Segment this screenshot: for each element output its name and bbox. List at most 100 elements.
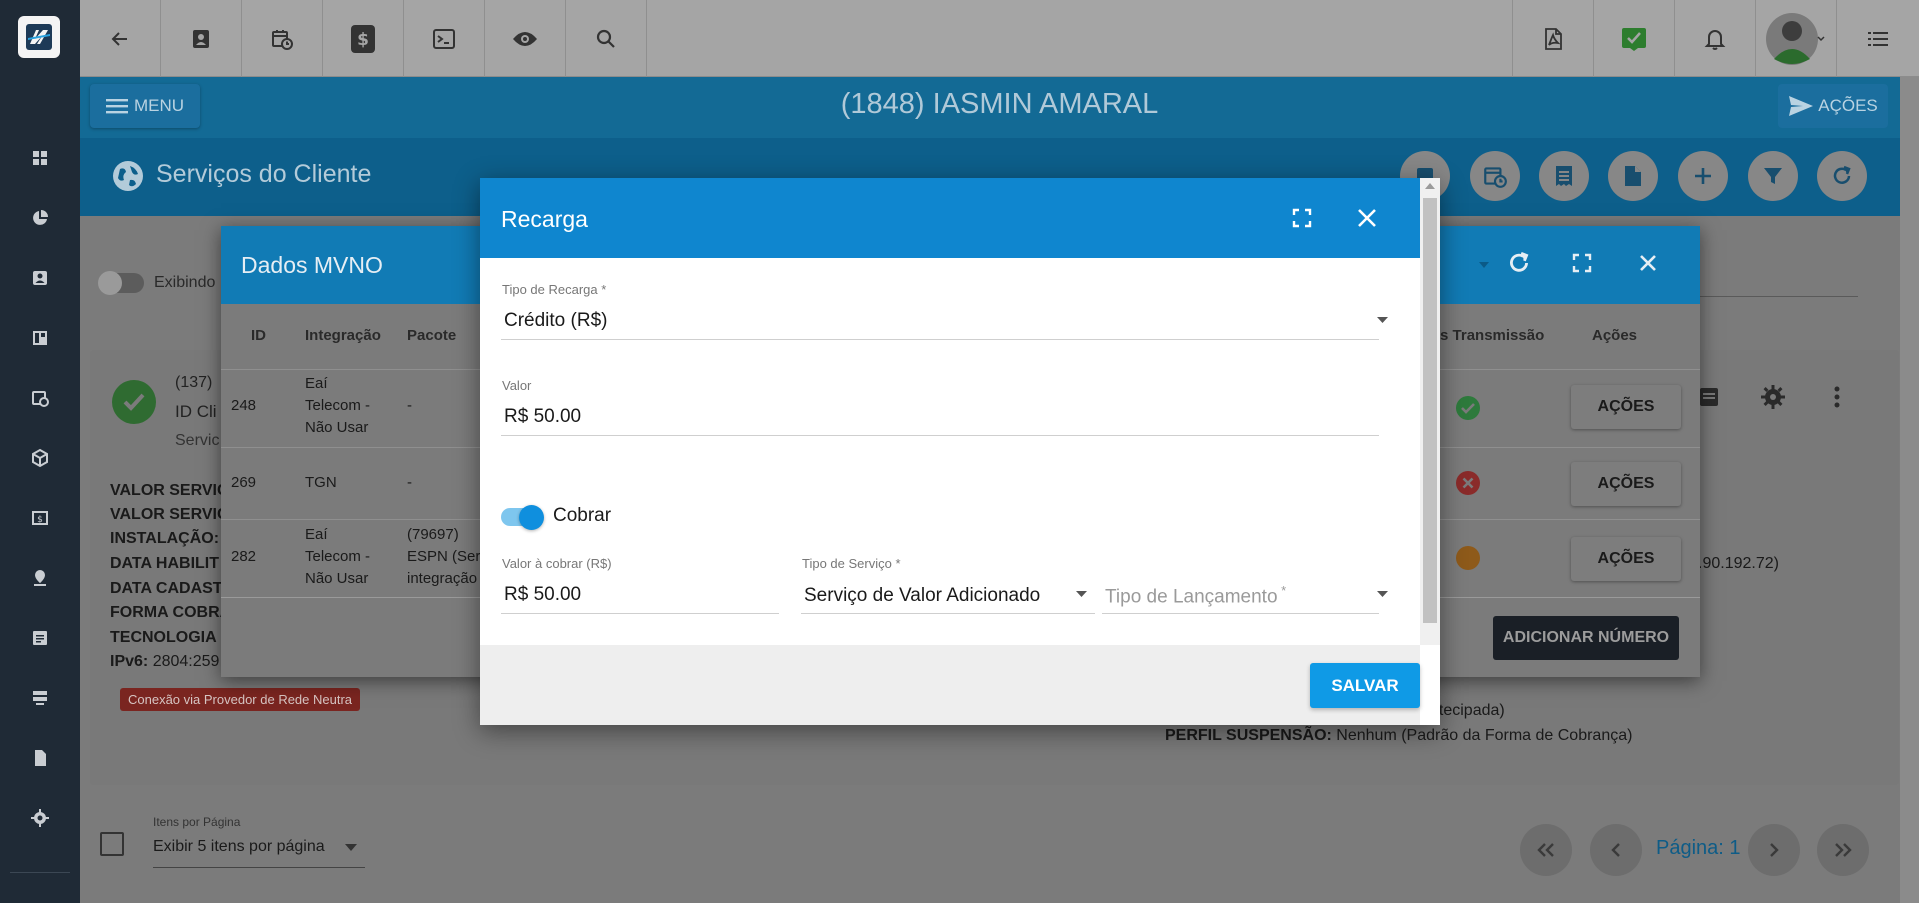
schedule-icon[interactable] [242, 0, 323, 77]
tipo-servico-underline [801, 613, 1095, 614]
recarga-dialog-footer [480, 645, 1420, 725]
svg-text:$: $ [357, 30, 369, 50]
valor-cobrar-input[interactable]: R$ 50.00 [504, 584, 581, 606]
chevron-down-icon[interactable] [1377, 591, 1388, 597]
chevron-down-icon[interactable] [1377, 317, 1388, 323]
items-per-page-select[interactable]: Exibir 5 itens por página [153, 838, 365, 868]
add-button[interactable] [1678, 151, 1728, 201]
card-more-icon[interactable] [1834, 386, 1840, 408]
card-antecipada-fragment: ntecipada) [1430, 702, 1505, 719]
next-page-button[interactable] [1748, 824, 1800, 876]
row-269-pacote: - [407, 474, 412, 491]
chevron-down-icon[interactable] [1076, 591, 1087, 597]
recarga-dialog: Recarga Tipo de Recarga * Crédito (R$) V… [480, 178, 1440, 725]
server-icon[interactable] [30, 688, 50, 708]
fullscreen-icon[interactable] [1572, 253, 1592, 273]
section-title: Serviços do Cliente [156, 160, 372, 188]
close-icon[interactable] [1638, 253, 1658, 273]
settings-gear-icon[interactable] [30, 808, 50, 828]
save-button[interactable]: SALVAR [1310, 663, 1420, 708]
terminal-icon[interactable] [404, 0, 485, 77]
row-248-id: 248 [231, 397, 257, 414]
refresh-button[interactable] [1817, 151, 1867, 201]
card-gear-icon[interactable] [1760, 384, 1786, 410]
fullscreen-icon[interactable] [1292, 208, 1312, 228]
cube-icon[interactable] [30, 448, 50, 468]
row-269-acoes-button[interactable]: AÇÕES [1571, 462, 1681, 506]
kv-tecnologia: TECNOLOGIA [110, 629, 217, 646]
last-page-button[interactable] [1817, 824, 1869, 876]
dialog-scrollbar-thumb[interactable] [1423, 198, 1437, 623]
contact-card-icon[interactable] [161, 0, 242, 77]
status-pending-icon [1455, 545, 1481, 571]
add-number-button[interactable]: ADICIONAR NÚMERO [1493, 616, 1679, 660]
card-notes-icon[interactable] [1698, 386, 1720, 408]
eye-icon[interactable] [485, 0, 566, 77]
pie-chart-icon[interactable] [30, 208, 50, 228]
items-per-page-label: Itens por Página [153, 815, 241, 829]
select-all-checkbox[interactable] [100, 832, 124, 856]
bell-icon[interactable] [1674, 0, 1755, 77]
header-integracao: Integração [305, 327, 381, 344]
page-indicator: Página: 1 [1656, 837, 1741, 859]
kv-ipv6: IPv6: 2804:259 [110, 653, 220, 670]
app-logo[interactable] [18, 16, 60, 58]
header-pacote: Pacote [407, 327, 457, 344]
acoes-header-button[interactable]: AÇÕES [1778, 84, 1888, 128]
filter-button[interactable] [1748, 151, 1798, 201]
exibindo-toggle[interactable] [98, 271, 144, 295]
back-arrow-icon[interactable] [80, 0, 161, 77]
contact-icon[interactable] [30, 268, 50, 288]
search-icon[interactable] [566, 0, 647, 77]
sidebar: $ [0, 0, 80, 903]
board-icon[interactable] [30, 328, 50, 348]
kv-valor-servico-2: VALOR SERVIC [110, 506, 229, 523]
row-282-id: 282 [231, 548, 257, 565]
status-ok-icon [1455, 395, 1481, 421]
file-icon[interactable] [30, 748, 50, 768]
green-check-icon[interactable] [1593, 0, 1674, 77]
valor-cobrar-underline [501, 613, 779, 614]
row-282-pacote: (79697) ESPN (Ser integração [407, 526, 481, 587]
cobrar-label: Cobrar [553, 505, 612, 526]
tipo-lancamento-select[interactable]: Tipo de Lançamento * [1105, 583, 1286, 608]
kv-data-cadastro: DATA CADAST [110, 580, 223, 597]
cobrar-toggle-thumb[interactable] [519, 505, 544, 530]
row-282-acoes-button[interactable]: AÇÕES [1571, 537, 1681, 581]
top-toolbar: $ [80, 0, 1919, 77]
card-ip-fragment: .90.192.72) [1698, 555, 1779, 572]
chevron-down-icon [1479, 262, 1489, 268]
header-id: ID [251, 327, 266, 344]
prev-page-button[interactable] [1590, 824, 1642, 876]
page-scrollbar[interactable] [1900, 77, 1919, 903]
row-248-acoes-button[interactable]: AÇÕES [1571, 385, 1681, 429]
receipt-button[interactable] [1539, 151, 1589, 201]
first-page-button[interactable] [1520, 824, 1572, 876]
scroll-up-arrow-icon[interactable] [1425, 183, 1435, 189]
card-id-cli: ID Cli [175, 402, 217, 421]
valor-underline [501, 435, 1379, 436]
document-list-icon[interactable] [30, 628, 50, 648]
dollar-icon[interactable]: $ [323, 0, 404, 77]
user-avatar[interactable] [1755, 0, 1836, 77]
history-button[interactable] [1470, 151, 1520, 201]
client-title: (1848) IASMIN AMARAL [840, 88, 1159, 120]
calendar-clock-icon[interactable] [30, 388, 50, 408]
pdf-icon[interactable] [1512, 0, 1593, 77]
close-icon[interactable] [1356, 207, 1378, 229]
tipo-recarga-label: Tipo de Recarga * [502, 282, 607, 297]
money-icon[interactable]: $ [30, 508, 50, 528]
sidebar-divider [10, 872, 70, 873]
file-button[interactable] [1608, 151, 1658, 201]
valor-input[interactable]: R$ 50.00 [504, 406, 581, 428]
dashboard-icon[interactable] [30, 148, 50, 168]
chevron-down-icon [345, 844, 357, 851]
list-menu-icon[interactable] [1836, 0, 1919, 77]
tipo-servico-select[interactable]: Serviço de Valor Adicionado [804, 585, 1040, 607]
mvno-dropdown[interactable] [1461, 246, 1505, 286]
map-pin-icon[interactable] [30, 568, 50, 588]
tipo-recarga-select[interactable]: Crédito (R$) [504, 310, 607, 332]
row-248-pacote: - [407, 397, 412, 414]
card-servic: Servic [175, 432, 220, 449]
refresh-icon[interactable] [1506, 250, 1532, 276]
